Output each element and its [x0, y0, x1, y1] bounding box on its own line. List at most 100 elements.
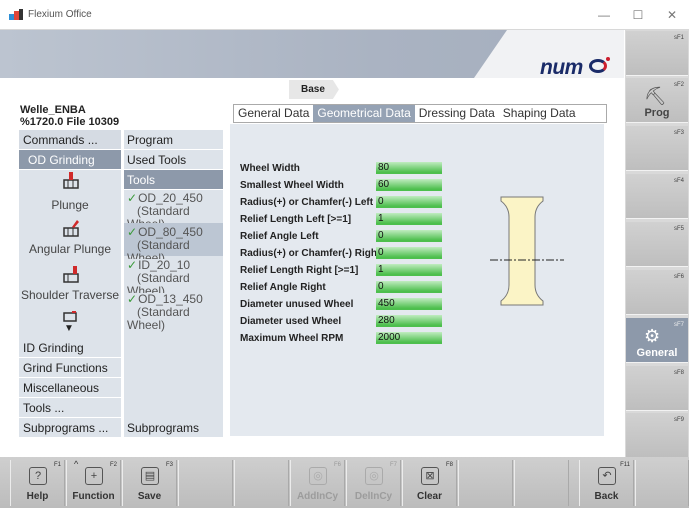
angular-plunge-command[interactable]: Angular Plunge [19, 217, 121, 264]
shoulder-traverse-icon [63, 266, 79, 283]
tool-list-item[interactable]: ✓OD_13_450 (Standard Wheel) [124, 292, 223, 332]
commands-header[interactable]: Commands ... [19, 130, 121, 150]
sf9-button[interactable]: sF9 [626, 413, 688, 458]
diameter-used-field[interactable]: 280 [376, 315, 442, 327]
f9-button[interactable] [458, 460, 513, 506]
sf-key-label: sF1 [673, 35, 684, 41]
tab-dressing-data[interactable]: Dressing Data [415, 105, 499, 122]
save-label: Save [137, 491, 162, 502]
tool-name: OD_20_450 [138, 191, 203, 205]
tab-general-data[interactable]: General Data [234, 105, 313, 122]
f4-button[interactable] [178, 460, 233, 506]
subprograms-item[interactable]: Subprograms [124, 418, 223, 438]
minimize-button[interactable]: — [587, 0, 621, 30]
title-bar: Flexium Office — ☐ ✕ [0, 0, 689, 30]
grind-functions-item[interactable]: Grind Functions [19, 358, 121, 378]
field-label: Relief Angle Right [240, 282, 326, 293]
num-logo: num [540, 56, 583, 79]
id-grinding-item[interactable]: ID Grinding [19, 338, 121, 358]
maximize-button[interactable]: ☐ [621, 0, 655, 30]
sf3-button[interactable]: sF3 [626, 126, 688, 171]
save-icon: ▤ [141, 467, 159, 485]
addincy-button[interactable]: F6 ◎ AddInCy [290, 460, 345, 506]
sf-key-label: sF7 [673, 322, 684, 328]
app-icon [9, 8, 23, 21]
fkey-number: F2 [109, 462, 117, 468]
tool-name: ID_20_10 [138, 258, 191, 272]
logo-dot [606, 57, 610, 61]
max-wheel-rpm-field[interactable]: 2000 [376, 332, 442, 344]
save-button[interactable]: F3 ▤ Save [122, 460, 177, 506]
f12-button[interactable] [635, 460, 689, 506]
tools-item[interactable]: Tools [124, 170, 223, 190]
prog-button[interactable]: sF2 ⛏ Prog [626, 78, 688, 123]
breadcrumb[interactable]: Base [289, 80, 339, 99]
part-info: Welle_ENBA %1720.0 File 10309 [20, 104, 119, 128]
relief-angle-left-field[interactable]: 0 [376, 230, 442, 242]
tools-menu-item[interactable]: Tools ... [19, 398, 121, 418]
clear-label: Clear [416, 491, 442, 502]
diameter-unused-field[interactable]: 450 [376, 298, 442, 310]
sf5-button[interactable]: sF5 [626, 222, 688, 267]
plunge-command[interactable]: Plunge [19, 170, 121, 217]
close-button[interactable]: ✕ [655, 0, 689, 30]
relief-angle-right-field[interactable]: 0 [376, 281, 442, 293]
tool-name: OD_13_450 [138, 292, 203, 306]
prog-label: Prog [644, 107, 670, 119]
smallest-wheel-width-field[interactable]: 60 [376, 179, 442, 191]
sf-key-label: sF5 [673, 226, 684, 232]
clear-button[interactable]: F8 ⊠ Clear [402, 460, 457, 506]
sf1-button[interactable]: sF1 [626, 31, 688, 76]
tab-bar: General Data Geometrical Data Dressing D… [233, 104, 607, 123]
chevron-up-icon: ^ [74, 459, 79, 469]
scroll-down-icon[interactable]: ▼ [64, 323, 74, 334]
radius-left-field[interactable]: 0 [376, 196, 442, 208]
f5-button[interactable] [234, 460, 289, 506]
header-banner [0, 30, 624, 78]
plunge-icon [63, 172, 79, 189]
wheel-diagram [490, 196, 564, 306]
relief-length-right-field[interactable]: 1 [376, 264, 442, 276]
logo-mark-icon [589, 59, 607, 73]
miscellaneous-item[interactable]: Miscellaneous [19, 378, 121, 398]
help-button[interactable]: F1? Help [10, 460, 65, 506]
field-label: Smallest Wheel Width [240, 180, 344, 191]
sf4-button[interactable]: sF4 [626, 174, 688, 219]
function-icon: + [85, 467, 103, 485]
command-scroll-area[interactable]: ▼ [19, 311, 121, 338]
field-label: Radius(+) or Chamfer(-) Left [240, 197, 374, 208]
check-icon: ✓ [127, 191, 138, 205]
check-icon: ✓ [127, 225, 138, 239]
window-title: Flexium Office [28, 9, 92, 20]
sf-key-label: sF3 [673, 130, 684, 136]
f10-button[interactable] [514, 460, 569, 506]
tool-list-item[interactable]: ✓OD_80_450 (Standard Wheel) [124, 223, 223, 265]
field-label: Diameter used Wheel [240, 316, 342, 327]
tool-list-item[interactable]: ✓OD_20_450 (Standard Wheel) [124, 191, 223, 231]
partial-tool-icon [63, 311, 77, 322]
subprograms-menu-item[interactable]: Subprograms ... [19, 418, 121, 438]
tab-shaping-data[interactable]: Shaping Data [499, 105, 580, 122]
check-icon: ✓ [127, 292, 138, 306]
fkey-number: F8 [445, 462, 453, 468]
sf-key-label: sF6 [673, 274, 684, 280]
back-button[interactable]: F11 ↶ Back [579, 460, 634, 506]
general-label: General [636, 347, 678, 359]
program-header[interactable]: Program [124, 130, 223, 150]
general-button[interactable]: sF7 ⚙ General [626, 318, 688, 363]
delincy-button[interactable]: F7 ◎ DelInCy [346, 460, 401, 506]
field-label: Wheel Width [240, 163, 300, 174]
wheel-width-field[interactable]: 80 [376, 162, 442, 174]
used-tools-item[interactable]: Used Tools [124, 150, 223, 170]
tool-list-item[interactable]: ✓ID_20_10 (Standard Wheel) [124, 258, 223, 298]
sf6-button[interactable]: sF6 [626, 270, 688, 315]
od-grinding-item[interactable]: OD Grinding [19, 150, 121, 170]
relief-length-left-field[interactable]: 1 [376, 213, 442, 225]
radius-right-field[interactable]: 0 [376, 247, 442, 259]
function-button[interactable]: ^ F2 + Function [66, 459, 121, 506]
help-label: Help [26, 491, 49, 502]
prog-icon: ⛏ [644, 86, 667, 106]
shoulder-traverse-command[interactable]: Shoulder Traverse [19, 264, 121, 311]
tab-geometrical-data[interactable]: Geometrical Data [313, 105, 415, 122]
sf8-button[interactable]: sF8 [626, 366, 688, 411]
